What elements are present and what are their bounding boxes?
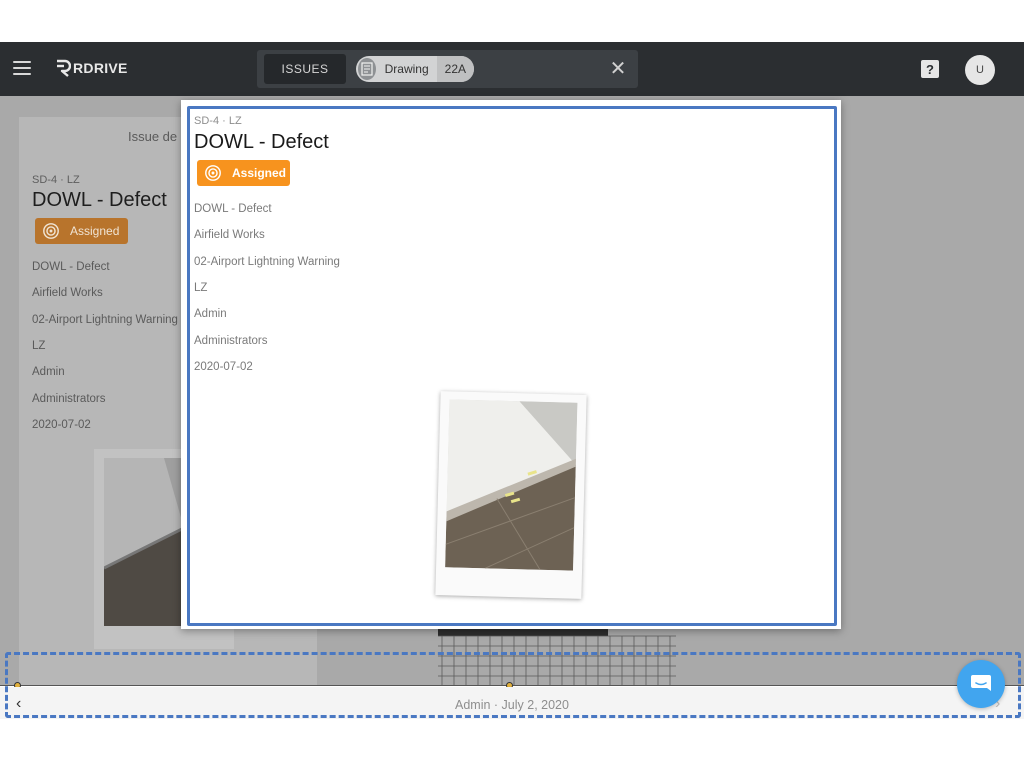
background-status-badge: Assigned bbox=[35, 218, 128, 244]
app-screen: Issue de SD-4 · LZ DOWL - Defect Assigne… bbox=[0, 0, 1024, 768]
issue-field: 02-Airport Lightning Warning bbox=[194, 256, 340, 268]
user-avatar[interactable]: U bbox=[965, 55, 995, 85]
issue-field: Administrators bbox=[194, 335, 268, 347]
background-field: Airfield Works bbox=[32, 287, 103, 299]
background-photo bbox=[104, 458, 184, 626]
background-field: Administrators bbox=[32, 393, 106, 405]
issues-tab[interactable]: ISSUES bbox=[264, 54, 346, 84]
issue-field: DOWL - Defect bbox=[194, 203, 272, 215]
background-panel-title: Issue de bbox=[128, 129, 178, 144]
issue-photo bbox=[445, 399, 578, 571]
background-field: 2020-07-02 bbox=[32, 419, 91, 431]
close-icon[interactable]: ✕ bbox=[609, 59, 627, 79]
hamburger-icon[interactable] bbox=[13, 61, 31, 75]
footer-highlight bbox=[5, 652, 1021, 718]
issue-code: SD-4 · LZ bbox=[194, 115, 242, 127]
issue-photo-card[interactable] bbox=[435, 391, 587, 599]
background-field: Admin bbox=[32, 366, 65, 378]
background-field: LZ bbox=[32, 340, 46, 352]
drawing-thumbnail-icon bbox=[358, 58, 376, 80]
issue-field: LZ bbox=[194, 282, 208, 294]
background-issue-name: DOWL - Defect bbox=[32, 189, 167, 211]
assigned-status-icon bbox=[205, 165, 221, 181]
issue-field: 2020-07-02 bbox=[194, 361, 253, 373]
issue-title: DOWL - Defect bbox=[194, 131, 329, 153]
background-field: DOWL - Defect bbox=[32, 261, 110, 273]
status-badge[interactable]: Assigned bbox=[197, 160, 290, 186]
app-brand-name: RDRIVE bbox=[73, 60, 128, 76]
issue-field: Admin bbox=[194, 308, 227, 320]
chat-icon bbox=[971, 675, 991, 691]
rdrive-logo-icon bbox=[57, 59, 71, 77]
background-issue-code: SD-4 · LZ bbox=[32, 174, 80, 186]
background-field: 02-Airport Lightning Warning bbox=[32, 314, 178, 326]
drawing-filter-chip[interactable]: Drawing 22A bbox=[356, 56, 474, 82]
drawing-chip-label: Drawing bbox=[384, 62, 429, 76]
chat-launcher-button[interactable] bbox=[957, 660, 1005, 708]
app-logo[interactable]: RDRIVE bbox=[55, 58, 128, 78]
status-label: Assigned bbox=[232, 166, 287, 180]
issue-field: Airfield Works bbox=[194, 229, 265, 241]
assigned-status-icon bbox=[43, 223, 59, 239]
drawing-chip-count: 22A bbox=[436, 56, 474, 82]
background-status-label: Assigned bbox=[70, 224, 120, 238]
help-icon[interactable]: ? bbox=[921, 60, 939, 78]
